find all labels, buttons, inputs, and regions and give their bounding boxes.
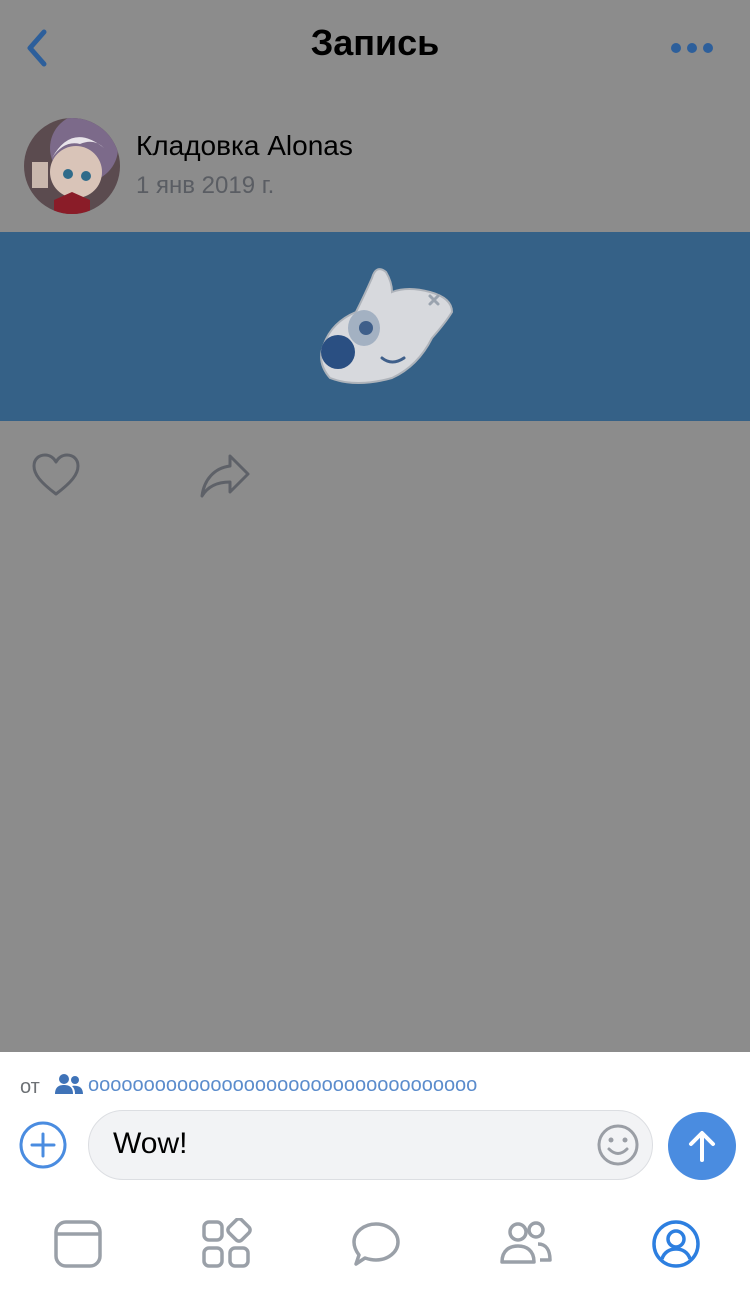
- heart-icon: [32, 453, 80, 496]
- attach-button[interactable]: [18, 1120, 68, 1170]
- top-bar: Запись: [0, 0, 750, 96]
- tab-news[interactable]: [52, 1218, 104, 1270]
- emoji-button[interactable]: [596, 1123, 640, 1167]
- vk-dog-mascot-icon: [320, 268, 454, 384]
- profile-icon: [652, 1220, 700, 1268]
- more-button[interactable]: [670, 38, 714, 58]
- post-from-selector[interactable]: от ооооооооооооооооооооооооооооооооооо: [20, 1072, 740, 1102]
- post-actions: [0, 440, 750, 510]
- comment-input-value[interactable]: Wow!: [113, 1127, 187, 1161]
- comment-input[interactable]: Wow!: [88, 1110, 653, 1180]
- post-author[interactable]: Кладовка Alonas 1 янв 2019 г.: [24, 118, 724, 218]
- plus-circle-icon: [19, 1121, 67, 1169]
- tab-profile[interactable]: [650, 1218, 702, 1270]
- share-arrow-icon: [200, 454, 250, 498]
- news-icon: [54, 1220, 102, 1268]
- more-dots-icon: [671, 43, 713, 53]
- messages-icon: [352, 1222, 400, 1266]
- from-group-name[interactable]: ооооооооооооооооооооооооооооооооооо: [88, 1074, 477, 1097]
- tab-bar: [0, 1217, 750, 1290]
- post-date: 1 янв 2019 г.: [136, 172, 275, 199]
- send-button[interactable]: [668, 1112, 736, 1180]
- share-button[interactable]: [196, 450, 252, 502]
- tab-services[interactable]: [200, 1217, 252, 1270]
- avatar-image: [24, 118, 120, 214]
- author-name[interactable]: Кладовка Alonas: [136, 130, 353, 162]
- tab-friends[interactable]: [500, 1218, 552, 1270]
- page-title: Запись: [310, 22, 440, 63]
- like-button[interactable]: [30, 450, 82, 502]
- arrow-up-icon: [689, 1131, 715, 1162]
- services-icon: [202, 1217, 252, 1268]
- from-label: от: [20, 1076, 40, 1098]
- group-icon: [55, 1074, 83, 1094]
- smile-icon: [597, 1124, 639, 1166]
- tab-messages[interactable]: [350, 1218, 402, 1270]
- friends-icon: [500, 1221, 552, 1264]
- avatar[interactable]: [24, 118, 120, 214]
